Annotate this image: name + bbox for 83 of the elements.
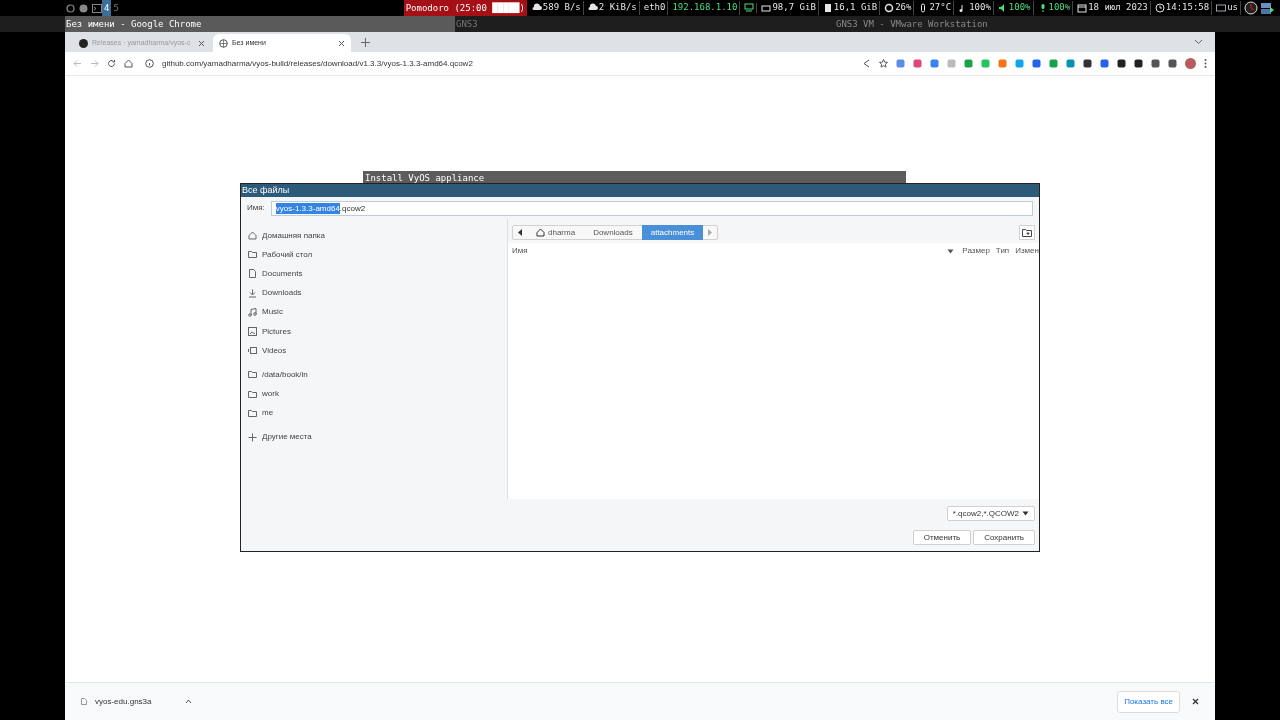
chevron-up-icon[interactable]	[185, 699, 192, 704]
reload-icon[interactable]	[107, 59, 116, 68]
sidebar-item[interactable]: Music	[248, 302, 507, 322]
status-text: 589 B/s	[542, 1, 581, 15]
sidebar-item[interactable]: Downloads	[248, 283, 507, 303]
terminal-icon[interactable]	[92, 3, 102, 13]
path-button[interactable]: dharma	[527, 225, 585, 240]
share-icon[interactable]	[862, 59, 871, 68]
status-text: 26%	[895, 1, 912, 15]
star-icon[interactable]	[879, 59, 888, 68]
status-text: 100%	[969, 1, 991, 15]
keyboard-icon	[1216, 3, 1227, 13]
download-icon	[248, 288, 257, 298]
sidebar-item[interactable]: Pictures	[248, 321, 507, 342]
sidebar-item[interactable]: Videos	[248, 341, 507, 361]
sidebar-item[interactable]: Рабочий стол	[248, 245, 507, 265]
pomodoro-timer: Pomodoro (25:00 █████)	[403, 0, 527, 16]
workspace-tab[interactable]: 4	[102, 0, 112, 16]
plus-icon	[248, 432, 257, 442]
close-icon[interactable]	[198, 39, 205, 47]
home-icon[interactable]	[124, 59, 133, 68]
sidebar-item[interactable]: Documents	[248, 264, 507, 284]
document-icon	[248, 269, 257, 279]
memory-icon	[822, 3, 833, 13]
profile-avatar-icon[interactable]	[1185, 58, 1196, 69]
window-title-tab[interactable]: GNS3 VM - VMware Workstation	[835, 16, 1135, 32]
status-text: 14:15:58	[1165, 1, 1210, 15]
clock-icon	[1154, 3, 1165, 13]
status-text: 98,7 GiB	[772, 1, 816, 15]
close-icon[interactable]	[1192, 698, 1199, 705]
column-header[interactable]: Измен	[1015, 245, 1039, 257]
column-header[interactable]: Размер	[962, 245, 990, 257]
status-text: 100%	[1008, 1, 1031, 15]
cloud-icon	[531, 3, 542, 13]
globe-icon	[219, 38, 228, 48]
status-text: 27°C	[929, 1, 952, 15]
folder-icon	[248, 250, 257, 260]
show-all-button[interactable]: Показать все	[1117, 690, 1180, 713]
gear-icon	[884, 3, 895, 13]
sidebar-item[interactable]: Домашняя папка	[248, 226, 507, 246]
dialog-button[interactable]: Сохранить	[973, 530, 1035, 545]
sidebar-item[interactable]: Другие места	[248, 427, 507, 448]
music-icon	[248, 307, 257, 317]
caret-down-icon	[1022, 511, 1029, 516]
download-item[interactable]: vyos-edu.gns3a	[95, 695, 185, 708]
chevron-down-icon[interactable]	[1194, 39, 1203, 45]
path-button[interactable]: Downloads	[584, 225, 642, 240]
dialog-title: Все файлы	[241, 184, 1039, 197]
workspace-tab[interactable]: 5	[111, 0, 121, 16]
file-type-dropdown[interactable]: *.qcow2,*.QCOW2	[946, 506, 1035, 521]
window-title-tab[interactable]: GNS3	[455, 16, 835, 32]
status-text: 100%	[1048, 1, 1071, 15]
status-text: 18 июл 2023	[1088, 1, 1148, 15]
new-folder-icon	[1022, 228, 1032, 237]
status-text: eth0	[643, 1, 666, 15]
video-icon	[248, 346, 257, 356]
status-text: us	[1227, 1, 1238, 15]
cloud-icon	[587, 3, 598, 13]
status-text: 16,1 GiB	[833, 1, 878, 15]
name-label: Имя:	[247, 202, 265, 214]
status-text: 192.168.1.10	[672, 1, 738, 15]
column-header[interactable]: Тип	[995, 245, 1010, 257]
home-icon	[248, 231, 257, 241]
image-icon	[248, 327, 257, 337]
sidebar-item[interactable]: work	[248, 384, 507, 404]
plus-icon[interactable]	[361, 38, 370, 47]
more-options-icon[interactable]	[1204, 59, 1207, 68]
address-bar[interactable]: github.com/yamadharma/vyos-build/releases/download/v1.3.3/vyos-1.3.3-amd64.qcow2	[162, 57, 854, 70]
info-icon[interactable]	[145, 59, 154, 68]
window-title-tab[interactable]: Без имени - Google Chrome	[65, 16, 455, 32]
sort-down-icon[interactable]	[947, 248, 955, 254]
home-icon	[536, 228, 545, 237]
calendar-icon	[1077, 3, 1088, 13]
stacked-boxes-icon[interactable]	[1260, 1, 1274, 15]
close-icon[interactable]	[338, 39, 345, 47]
dialog-button[interactable]: Отменить	[912, 530, 972, 545]
sidebar-item[interactable]: me	[248, 403, 507, 423]
clock-app-icon[interactable]	[1244, 1, 1258, 15]
file-icon	[81, 698, 87, 705]
status-text: 2 KiB/s	[598, 1, 637, 15]
column-header[interactable]: Имя	[512, 245, 948, 257]
sidebar-item[interactable]: /data/book/in	[248, 365, 507, 385]
new-folder-button[interactable]	[1019, 225, 1035, 240]
